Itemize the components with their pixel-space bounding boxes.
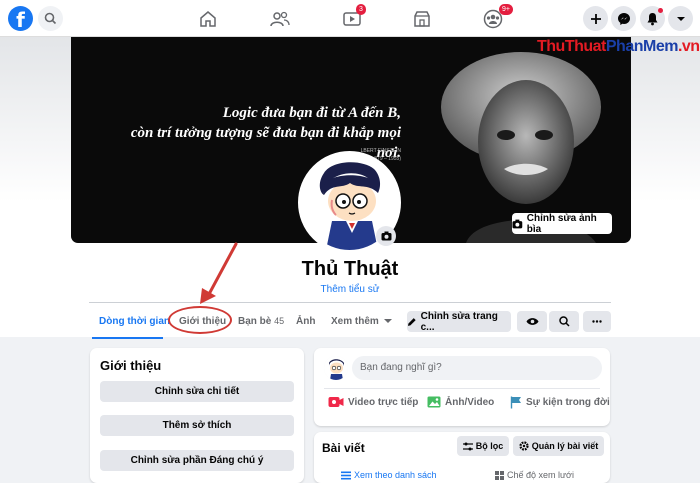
pencil-icon [407,317,416,326]
edit-profile-button[interactable]: Chỉnh sửa trang c... [407,310,511,333]
watermark-part-2: Thuat [564,38,607,55]
flag-icon [510,396,521,409]
grid-view-tab[interactable]: Chế độ xem lưới [495,470,574,480]
facebook-logo[interactable]: f [8,6,33,31]
caret-down-icon [383,319,392,323]
grid-view-label: Chế độ xem lưới [507,470,574,480]
posts-title: Bài viết [322,441,365,455]
video-notification-badge: 3 [356,4,366,15]
marketplace-icon [414,11,430,27]
add-bio-link[interactable]: Thêm tiểu sử [0,284,700,295]
friends-count: 45 [274,316,285,326]
watermark-part-3: Phan [605,38,644,55]
bell-icon [647,12,658,25]
manage-posts-button[interactable]: Quản lý bài viết [513,436,604,456]
edit-cover-label: Chỉnh sửa ảnh bìa [526,212,597,235]
notification-dot [658,8,663,13]
edit-profile-label: Chỉnh sửa trang c... [420,310,498,333]
view-as-button[interactable] [517,311,547,332]
messenger-button[interactable] [611,6,636,31]
messenger-icon [617,12,630,25]
profile-name: Thủ Thuật [301,258,399,280]
watermark-part-5: .vn [677,38,700,55]
camera-icon [381,231,391,241]
live-video-button[interactable]: Video trực tiếp [328,396,418,408]
nav-marketplace[interactable] [392,5,452,33]
annotation-arrow [200,242,238,304]
posts-card: Bài viết Bộ lọc Quản lý bài viết Xem the… [314,432,610,483]
notifications-button[interactable] [640,6,665,31]
search-button[interactable] [38,6,63,31]
grid-icon [495,470,504,480]
intro-card: Giới thiệu Chỉnh sửa chi tiết Thêm sở th… [90,348,304,483]
quote-line-1: Logic đưa bạn đi từ A đến B, [222,105,401,121]
facebook-logo-letter: f [16,8,25,31]
groups-notification-badge: 9+ [499,4,513,15]
ellipsis-icon [592,320,602,323]
annotation-circle [168,306,232,334]
tab-photos[interactable]: Ảnh [296,316,315,327]
tabs-divider [89,302,611,303]
search-profile-button[interactable] [549,311,579,332]
friends-icon [270,11,290,27]
composer-avatar [324,356,348,380]
filter-button[interactable]: Bộ lọc [457,436,509,456]
composer-input[interactable]: Bạn đang nghĩ gì? [352,356,602,380]
filter-icon [462,442,473,450]
composer-divider [324,388,600,389]
account-menu-button[interactable] [668,6,693,31]
watermark: ThuThuatPhanMem.vn [537,38,700,56]
edit-cover-photo-button[interactable]: Chỉnh sửa ảnh bìa [512,212,612,235]
tab-friends[interactable]: Bạn bè 45 [238,316,284,327]
more-options-button[interactable] [583,311,611,332]
filter-label: Bộ lọc [475,441,504,451]
intro-title: Giới thiệu [100,358,162,373]
plus-icon [590,13,601,24]
active-tab-indicator [92,337,163,339]
nav-watch[interactable]: 3 [322,4,382,33]
list-view-label: Xem theo danh sách [354,470,437,480]
nav-friends[interactable] [250,5,310,33]
edit-avatar-button[interactable] [376,226,396,246]
nav-groups[interactable]: 9+ [463,4,523,33]
tab-more[interactable]: Xem thêm [331,316,392,327]
create-button[interactable] [583,6,608,31]
tab-timeline[interactable]: Dòng thời gian [99,316,170,327]
list-icon [341,471,351,479]
photo-video-button[interactable]: Ảnh/Video [427,396,494,408]
photo-video-label: Ảnh/Video [445,396,495,408]
watermark-part-1: Thu [537,38,565,55]
life-event-label: Sự kiện trong đời [526,397,610,408]
live-video-icon [328,397,344,407]
gear-icon [519,441,529,451]
edit-featured-button[interactable]: Chỉnh sửa phần Đáng chú ý [100,450,294,471]
top-navigation-bar: f 3 9+ [0,0,700,37]
nav-home[interactable] [178,5,238,33]
watermark-part-4: Mem [643,38,678,55]
home-icon [200,11,216,27]
list-view-tab[interactable]: Xem theo danh sách [341,470,437,480]
search-icon [558,316,570,327]
life-event-button[interactable]: Sự kiện trong đời [510,396,610,409]
edit-details-button[interactable]: Chỉnh sửa chi tiết [100,381,294,402]
manage-posts-label: Quản lý bài viết [531,441,599,451]
add-hobbies-button[interactable]: Thêm sở thích [100,415,294,436]
photo-icon [427,396,441,408]
search-icon [44,12,57,25]
cartoon-avatar-thumbnail [324,356,348,380]
post-composer-card: Bạn đang nghĩ gì? Video trực tiếp Ảnh/Vi… [314,348,610,426]
live-video-label: Video trực tiếp [348,396,419,408]
chevron-down-icon [676,16,685,21]
camera-icon [512,219,523,228]
tab-friends-label: Bạn bè [238,316,272,327]
tab-more-label: Xem thêm [331,316,379,327]
eye-icon [526,318,538,325]
